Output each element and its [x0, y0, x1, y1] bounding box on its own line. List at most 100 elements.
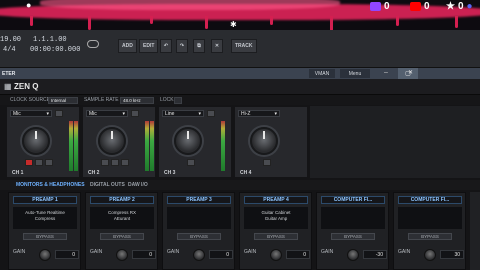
link-button[interactable] [131, 110, 139, 117]
twitch-counter: 0 [370, 0, 390, 12]
vman-button[interactable]: VMAN [309, 69, 335, 78]
chevron-down-icon: ▾ [274, 110, 277, 117]
preamp-title[interactable]: PREAMP 3 [167, 196, 231, 204]
gain-value[interactable]: 30 [440, 250, 464, 259]
youtube-count: 0 [424, 0, 430, 12]
channel-strip: Line ▾ CH 3 [158, 106, 232, 178]
gain-label: GAIN [90, 249, 103, 255]
gain-value[interactable]: -30 [363, 250, 387, 259]
redo-icon[interactable]: ↷ [176, 39, 188, 53]
track-button[interactable]: TRACK [231, 39, 257, 53]
preamp-panel: PREAMP 1 Auto-Tune Realtime Compress BYPA… [8, 192, 81, 270]
tab-daw-io[interactable]: DAW I/O [128, 182, 148, 188]
gain-knob[interactable] [347, 249, 359, 261]
gain-knob[interactable] [424, 249, 436, 261]
record-button[interactable] [101, 159, 109, 166]
youtube-counter: 0 [410, 0, 430, 12]
input-select[interactable]: Hi-Z ▾ [238, 110, 280, 117]
twitch-count: 0 [384, 0, 390, 12]
delete-icon[interactable]: ✕ [211, 39, 223, 53]
gain-value[interactable]: 0 [55, 250, 79, 259]
bypass-button[interactable]: BYPASS [23, 233, 67, 240]
add-button[interactable]: ADD [118, 39, 137, 53]
close-icon[interactable]: ✕ [408, 69, 413, 76]
link-button[interactable] [207, 110, 215, 117]
phase-button[interactable] [263, 159, 271, 166]
gain-label: GAIN [167, 249, 180, 255]
level-meter [69, 121, 73, 171]
gain-label: GAIN [13, 249, 26, 255]
preamp-knob[interactable] [22, 127, 50, 155]
copy-icon[interactable]: ⧉ [193, 39, 205, 53]
star-icon: ★ [446, 0, 455, 12]
plugin-slots[interactable] [398, 207, 462, 229]
gain-label: GAIN [398, 249, 411, 255]
level-meter [145, 121, 149, 171]
undo-icon[interactable]: ↶ [160, 39, 172, 53]
plugin-slots[interactable]: Compress RX AEurant [90, 207, 154, 229]
plugin-slots[interactable]: Guitar Cabinet Guitar Amp [244, 207, 308, 229]
overlay-logo-icon: ✱ [230, 20, 237, 29]
lock-toggle[interactable] [174, 96, 182, 104]
plugin-slots[interactable]: Auto-Tune Realtime Compress [13, 207, 77, 229]
preamp-knob[interactable] [250, 127, 278, 155]
preamp-title[interactable]: COMPUTER FI... [321, 196, 385, 204]
input-select[interactable]: Mic ▾ [86, 110, 128, 117]
preamp-panel: PREAMP 4 Guitar Cabinet Guitar Amp BYPASS… [239, 192, 312, 270]
input-select[interactable]: Mic ▾ [10, 110, 52, 117]
clock-source-select[interactable]: Internal [48, 96, 78, 104]
preamp-title[interactable]: COMPUTER FI... [398, 196, 462, 204]
edit-button[interactable]: EDIT [139, 39, 159, 53]
tab-digital-outs[interactable]: DIGITAL OUTS [90, 182, 125, 188]
channel-label: CH 2 [88, 170, 100, 176]
bypass-button[interactable]: BYPASS [254, 233, 298, 240]
gain-knob[interactable] [39, 249, 51, 261]
preamp-knob[interactable] [174, 127, 202, 155]
gain-value[interactable]: 0 [286, 250, 310, 259]
phase-button[interactable] [35, 159, 43, 166]
pad-button[interactable] [121, 159, 129, 166]
plugin-slots[interactable] [321, 207, 385, 229]
phase-button[interactable] [187, 159, 195, 166]
gain-knob[interactable] [270, 249, 282, 261]
tab-monitors[interactable]: MONITORS & HEADPHONES [16, 182, 85, 188]
chevron-down-icon: ▾ [198, 110, 201, 117]
preamp-title[interactable]: PREAMP 1 [13, 196, 77, 204]
console-header: ▦ ZEN Q [0, 79, 480, 95]
link-button[interactable] [55, 110, 63, 117]
bottom-tabs: MONITORS & HEADPHONES DIGITAL OUTS DAW I… [0, 180, 480, 190]
preamp-panel: COMPUTER FI... BYPASS GAIN 30 [393, 192, 466, 270]
preamp-knob[interactable] [98, 127, 126, 155]
phase-button[interactable] [111, 159, 119, 166]
record-button[interactable] [25, 159, 33, 166]
preamp-title[interactable]: PREAMP 4 [244, 196, 308, 204]
bypass-button[interactable]: BYPASS [177, 233, 221, 240]
preamp-panel: COMPUTER FI... BYPASS GAIN -30 [316, 192, 389, 270]
preamp-title[interactable]: PREAMP 2 [90, 196, 154, 204]
gain-knob[interactable] [116, 249, 128, 261]
sample-rate-label: SAMPLE RATE [84, 97, 119, 103]
bypass-button[interactable]: BYPASS [331, 233, 375, 240]
gain-knob[interactable] [193, 249, 205, 261]
level-meter [74, 121, 78, 171]
bypass-button[interactable]: BYPASS [100, 233, 144, 240]
gain-value[interactable]: 0 [132, 250, 156, 259]
level-meter [150, 121, 154, 171]
gain-value[interactable]: 0 [209, 250, 233, 259]
menu-button[interactable]: Menu [340, 69, 370, 78]
daw-toolbar: 19.00 1.1.1.00 4/4 00:00:00.000 ADD EDIT… [0, 30, 480, 98]
star-counter: ★ 0 ● [446, 0, 473, 12]
plugin-slots[interactable] [167, 207, 231, 229]
pad-button[interactable] [45, 159, 53, 166]
tempo-readout: 19.00 [0, 36, 22, 44]
channel-label: CH 3 [164, 170, 176, 176]
channel-strip: Mic ▾ CH 2 [82, 106, 156, 178]
discord-icon: ● [466, 0, 473, 12]
bypass-button[interactable]: BYPASS [408, 233, 452, 240]
minimize-icon[interactable]: – [384, 69, 388, 76]
stream-overlay: ● ✱ 0 0 ★ 0 ● [0, 0, 480, 34]
sample-rate-select[interactable]: 48.0 kHz [120, 96, 154, 104]
loop-icon[interactable] [87, 40, 99, 48]
input-select[interactable]: Line ▾ [162, 110, 204, 117]
plugin-name: Compress [34, 216, 56, 221]
